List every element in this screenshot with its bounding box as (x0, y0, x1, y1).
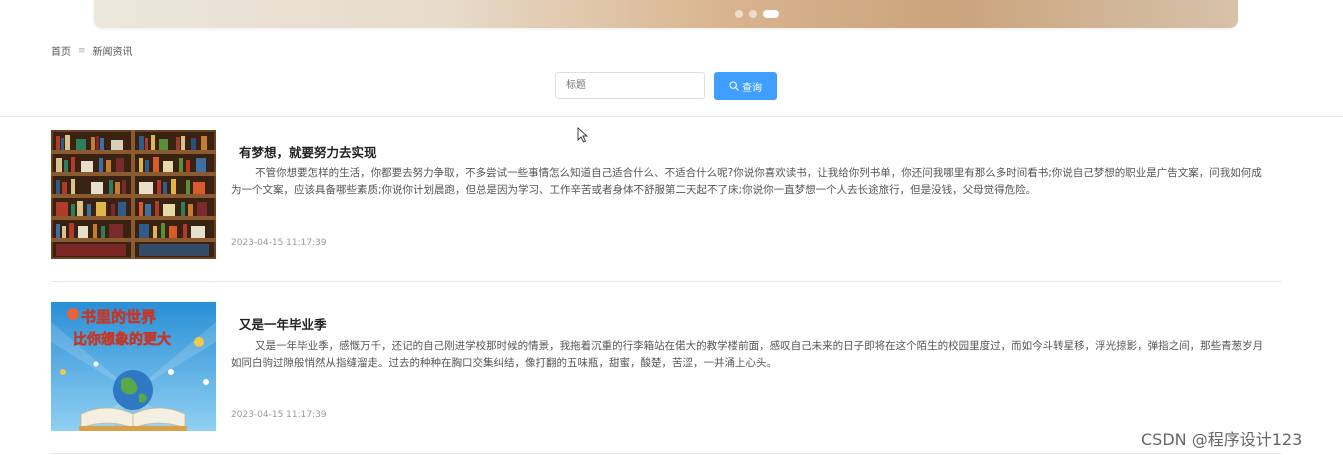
svg-text:书里的世界: 书里的世界 (81, 308, 156, 326)
news-item[interactable]: 有梦想，就要努力去实现 不管你想要怎样的生活，你都要去努力争取，不多尝试一些事情… (51, 130, 1281, 260)
carousel-dot-3[interactable] (763, 10, 779, 18)
breadcrumb: 首页 ≡ 新闻资讯 (51, 43, 133, 59)
bookshelf-image (51, 130, 216, 259)
news-summary: 又是一年毕业季，感慨万千，还记的自己刚进学校那时候的情景，我拖着沉重的行李箱站在… (231, 340, 1264, 369)
book-world-poster-image: 书里的世界 比你想象的更大 (51, 302, 216, 431)
news-date: 2023-04-15 11:17:39 (231, 410, 327, 420)
carousel-dot-1[interactable] (735, 10, 743, 18)
news-thumbnail-bookshelf[interactable] (51, 130, 216, 259)
page: 首页 ≡ 新闻资讯 查询 (0, 0, 1343, 455)
list-divider (51, 453, 1281, 454)
news-item[interactable]: 书里的世界 比你想象的更大 又是一年毕业季 又是一年毕业季，感慨万千，还记的自己… (51, 302, 1281, 432)
news-title[interactable]: 有梦想，就要努力去实现 (239, 142, 377, 161)
carousel-dot-2[interactable] (749, 10, 757, 18)
banner-carousel[interactable] (94, 0, 1238, 28)
breadcrumb-current: 新闻资讯 (92, 47, 133, 58)
search-input[interactable] (555, 72, 705, 99)
list-divider (51, 281, 1281, 282)
watermark-text: CSDN @程序设计123 (1141, 430, 1303, 449)
search-button-label: 查询 (742, 82, 762, 94)
news-date: 2023-04-15 11:17:39 (231, 238, 327, 248)
news-title[interactable]: 又是一年毕业季 (239, 314, 327, 333)
carousel-indicators (735, 10, 779, 18)
news-thumbnail-book-world[interactable]: 书里的世界 比你想象的更大 (51, 302, 216, 431)
svg-text:比你想象的更大: 比你想象的更大 (73, 331, 171, 348)
header-divider (0, 116, 1343, 117)
breadcrumb-separator: ≡ (78, 45, 86, 56)
breadcrumb-home[interactable]: 首页 (51, 43, 71, 58)
search-button[interactable]: 查询 (714, 72, 777, 100)
search-icon (729, 81, 739, 91)
news-summary: 不管你想要怎样的生活，你都要去努力争取，不多尝试一些事情怎么知道自己适合什么、不… (231, 167, 1262, 196)
